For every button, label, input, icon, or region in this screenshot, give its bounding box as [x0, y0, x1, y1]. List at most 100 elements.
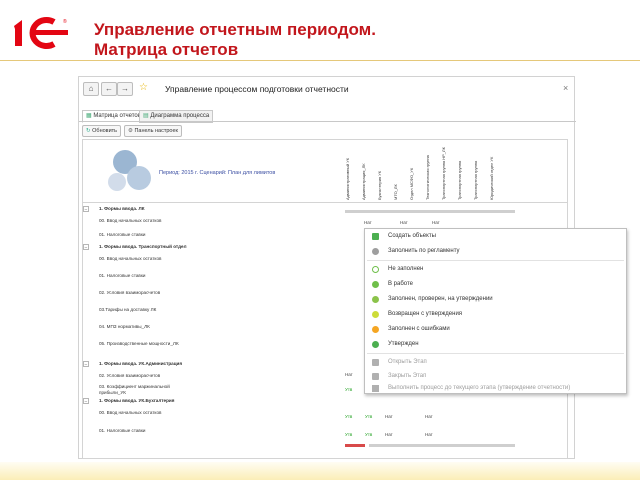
status-context-menu: Создать объекты Заполнить по регламенту … [364, 228, 627, 394]
list-item[interactable]: 03. Коэффициент маржинальной прибыли_УК [99, 384, 170, 396]
menu-item-open-stage[interactable]: Открыть Этап [365, 355, 626, 370]
matrix-cell[interactable]: Утв [365, 432, 372, 437]
approved-icon [372, 341, 379, 348]
matrix-cell[interactable]: Нат [432, 220, 440, 225]
list-item[interactable]: 1. Формы ввода. Транспортный отдел [99, 244, 187, 250]
slide-title-line1: Управление отчетным периодом. [94, 20, 376, 39]
slide-title-line2: Матрица отчетов [94, 40, 239, 59]
period-label: Период: 2015 г. Сценарий: План для лимит… [159, 170, 276, 176]
menu-item-label: Не заполнен [388, 266, 424, 272]
list-item[interactable]: 05. Производственные мощности_ЛК [99, 341, 179, 347]
matrix-cell[interactable]: Нат [385, 414, 393, 419]
tab-label: Диаграмма процесса [150, 113, 210, 119]
menu-item-create-objects[interactable]: Создать объекты [365, 229, 626, 244]
menu-item-label: Утвержден [388, 341, 419, 347]
matrix-cell[interactable]: Нат [385, 432, 393, 437]
column-header: МТО_ЛК [393, 184, 398, 200]
column-header: Юридический отдел УК [489, 156, 494, 200]
matrix-cell[interactable]: Нат [425, 414, 433, 419]
menu-item-returned[interactable]: Возвращен с утверждения [365, 307, 626, 322]
header-divider [0, 60, 640, 61]
column-header: Транспортная группа НР_ЛК [441, 147, 446, 200]
favorite-star-icon[interactable]: ☆ [139, 82, 148, 93]
tab-label: Матрица отчетов [93, 113, 141, 119]
menu-item-filled-checked[interactable]: Заполнен, проверен, на утверждении [365, 292, 626, 307]
menu-item-approved[interactable]: Утвержден [365, 337, 626, 352]
column-header: Технологическая группа НР_ЛК [425, 155, 430, 200]
run-process-icon [372, 385, 379, 392]
list-item[interactable]: 03.Тарифы на доставку ЛК [99, 307, 156, 313]
menu-separator [367, 260, 624, 261]
list-item[interactable]: 1. Формы ввода. УК.Администрация [99, 361, 182, 367]
gears-logo-icon [108, 150, 151, 191]
settings-panel-button[interactable]: ⚙ Панель настроек [124, 125, 182, 137]
list-item[interactable]: 1. Формы ввода. ЛК [99, 206, 145, 212]
forward-icon[interactable]: → [117, 82, 133, 96]
header-divider [83, 202, 567, 203]
tree-toggle[interactable]: − [83, 361, 89, 368]
menu-item-label: Заполнен с ошибками [388, 326, 450, 332]
menu-item-not-filled[interactable]: Не заполнен [365, 262, 626, 277]
list-item[interactable]: 02. Условия взаиморасчетов [99, 373, 160, 379]
menu-item-label: Заполнен, проверен, на утверждении [388, 296, 493, 302]
menu-item-label: Заполнить по регламенту [388, 248, 460, 254]
matrix-cell[interactable]: Нат [425, 432, 433, 437]
create-objects-icon [372, 233, 379, 240]
column-header: Транспортная группа ЖКХ_ЛК [473, 160, 478, 200]
matrix-cell[interactable]: Нат [364, 220, 372, 225]
svg-text:®: ® [63, 18, 67, 25]
window-title: Управление процессом подготовки отчетнос… [165, 84, 349, 94]
matrix-cell[interactable]: Нат [345, 372, 353, 377]
not-filled-icon [372, 266, 379, 273]
list-item[interactable]: 01. Налоговые ставки [99, 232, 145, 238]
matrix-cell[interactable]: Утв [345, 414, 352, 419]
filled-checked-icon [372, 296, 379, 303]
diagram-icon: ▤ [143, 113, 149, 119]
menu-item-run-process[interactable]: Выполнить процесс до текущего этапа (утв… [365, 381, 626, 396]
home-icon[interactable]: ⌂ [83, 82, 99, 96]
list-item[interactable]: 1. Формы ввода. УК.Бухгалтерия [99, 398, 174, 404]
menu-item-filled-with-errors[interactable]: Заполнен с ошибками [365, 322, 626, 337]
column-header: Администрация_ЛК [361, 163, 366, 200]
progress-bar [345, 210, 515, 213]
matrix-cell[interactable]: Утв [345, 432, 352, 437]
menu-item-label: Открыть Этап [388, 359, 427, 365]
settings-label: Панель настроек [134, 128, 178, 134]
footer-band [0, 462, 640, 480]
list-item[interactable]: 02. Условия взаиморасчетов [99, 290, 160, 296]
column-header: Бухгалтерия УК [377, 170, 382, 200]
menu-item-label: Создать объекты [388, 233, 436, 239]
tree-toggle[interactable]: − [83, 398, 89, 405]
refresh-label: Обновить [92, 128, 118, 134]
list-item[interactable]: 00. Ввод начальных остатков [99, 256, 161, 262]
refresh-button[interactable]: ↻ Обновить [82, 125, 122, 137]
list-item[interactable]: 01. Налоговые ставки [99, 273, 145, 279]
menu-item-in-work[interactable]: В работе [365, 277, 626, 292]
grid-icon: ▦ [86, 113, 92, 119]
refresh-icon: ↻ [86, 128, 91, 134]
tree-toggle[interactable]: − [83, 206, 89, 213]
list-item[interactable]: 00. Ввод начальных остатков [99, 218, 161, 224]
progress-bar [369, 444, 515, 447]
back-icon[interactable]: ← [101, 82, 117, 96]
fill-by-schedule-icon [372, 248, 379, 255]
menu-item-label: Выполнить процесс до текущего этапа (утв… [388, 385, 571, 391]
1c-logo: ® [14, 17, 68, 49]
close-icon[interactable]: × [563, 83, 568, 93]
matrix-cell[interactable]: Утв [345, 387, 352, 392]
matrix-cell[interactable]: Утв [365, 414, 372, 419]
filled-with-errors-icon [372, 326, 379, 333]
menu-item-label: Закрыть Этап [388, 373, 427, 379]
menu-item-fill-by-schedule[interactable]: Заполнить по регламенту [365, 244, 626, 259]
menu-item-label: В работе [388, 281, 414, 287]
close-stage-icon [372, 373, 379, 380]
tab-divider [79, 121, 576, 122]
open-stage-icon [372, 359, 379, 366]
list-item[interactable]: 01. Налоговые ставки [99, 428, 145, 434]
matrix-cell[interactable]: Нат [400, 220, 408, 225]
list-item[interactable]: 00. Ввод начальных остатков [99, 410, 161, 416]
returned-icon [372, 311, 379, 318]
settings-icon: ⚙ [128, 128, 133, 134]
list-item[interactable]: 04. МПЗ нормативы_ЛК [99, 324, 150, 330]
tree-toggle[interactable]: − [83, 244, 89, 251]
